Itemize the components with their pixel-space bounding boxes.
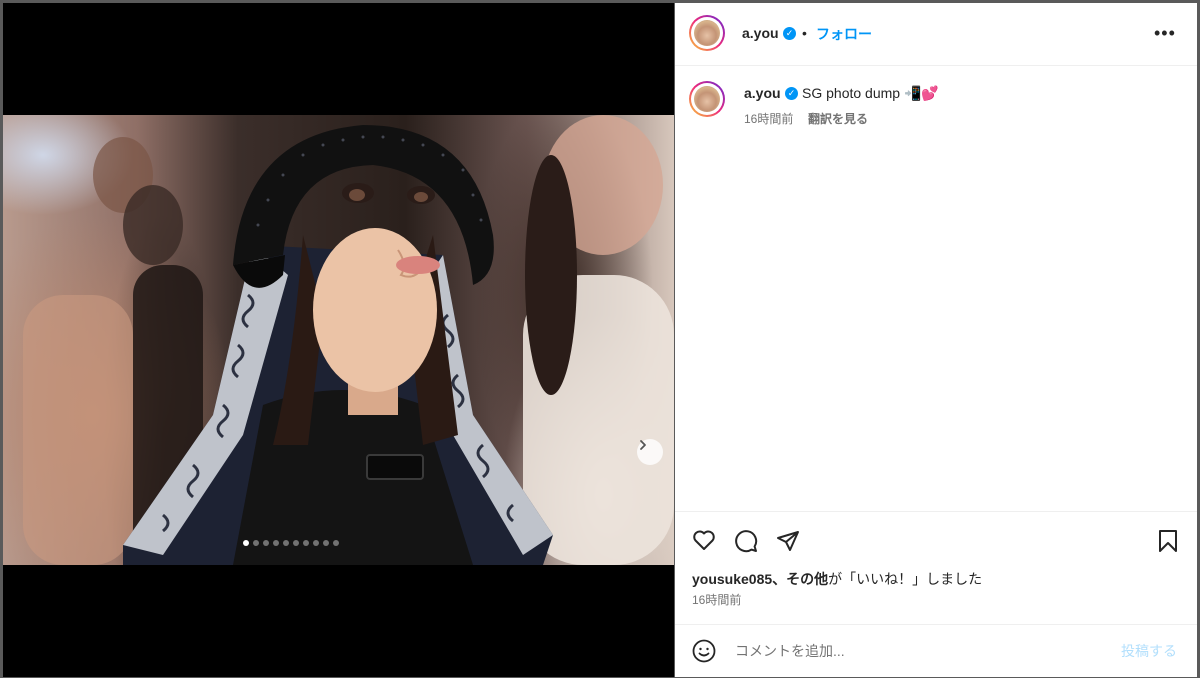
caption-username[interactable]: a.you: [744, 85, 781, 101]
carousel-dot: [243, 540, 249, 546]
carousel-indicator: [3, 540, 579, 546]
post-comment-button[interactable]: 投稿する: [1121, 641, 1177, 661]
carousel-dot: [273, 540, 279, 546]
post-timestamp[interactable]: 16時間前: [692, 591, 741, 608]
avatar[interactable]: [689, 15, 725, 51]
separator-dot: •: [802, 25, 807, 41]
verified-badge-icon: ✓: [783, 27, 796, 40]
paper-plane-icon[interactable]: [776, 529, 800, 558]
carousel-dot: [293, 540, 299, 546]
likes-summary: yousuke085、その他が「いいね！」しました: [692, 569, 982, 589]
bookmark-icon[interactable]: [1157, 529, 1179, 558]
comment-bar: 投稿する: [675, 624, 1197, 678]
likes-suffix: が「いいね！」しました: [828, 571, 983, 587]
caption-time[interactable]: 16時間前: [744, 110, 793, 127]
username-link[interactable]: a.you: [742, 25, 779, 41]
carousel-dot: [303, 540, 309, 546]
liker-username[interactable]: yousuke085: [692, 571, 772, 587]
post-header: a.you ✓ • フォロー •••: [675, 3, 1197, 66]
translate-link[interactable]: 翻訳を見る: [808, 110, 868, 127]
likes-separator: 、: [772, 571, 787, 587]
more-options-icon[interactable]: •••: [1154, 23, 1176, 44]
caption-text: SG photo dump 📲💕: [802, 85, 939, 101]
heart-icon[interactable]: [692, 529, 716, 556]
carousel-dot: [253, 540, 259, 546]
photo-illustration: [23, 115, 674, 565]
carousel-dot: [313, 540, 319, 546]
carousel-dot: [323, 540, 329, 546]
follow-button[interactable]: フォロー: [816, 24, 872, 44]
action-bar: [675, 511, 1197, 553]
comment-input[interactable]: [733, 639, 1107, 663]
carousel-dot: [283, 540, 289, 546]
carousel-dot: [333, 540, 339, 546]
post-photo[interactable]: [3, 115, 674, 565]
next-slide-button[interactable]: [637, 439, 663, 465]
others-link[interactable]: その他: [786, 571, 828, 587]
post-media: [3, 3, 674, 677]
caption-avatar[interactable]: [689, 81, 725, 117]
post-sidebar: a.you ✓ • フォロー ••• a.you ✓ SG photo dump…: [675, 3, 1197, 677]
comment-icon[interactable]: [734, 529, 758, 558]
caption-verified-icon: ✓: [785, 87, 798, 100]
carousel-dot: [263, 540, 269, 546]
emoji-smile-icon[interactable]: [692, 639, 716, 668]
